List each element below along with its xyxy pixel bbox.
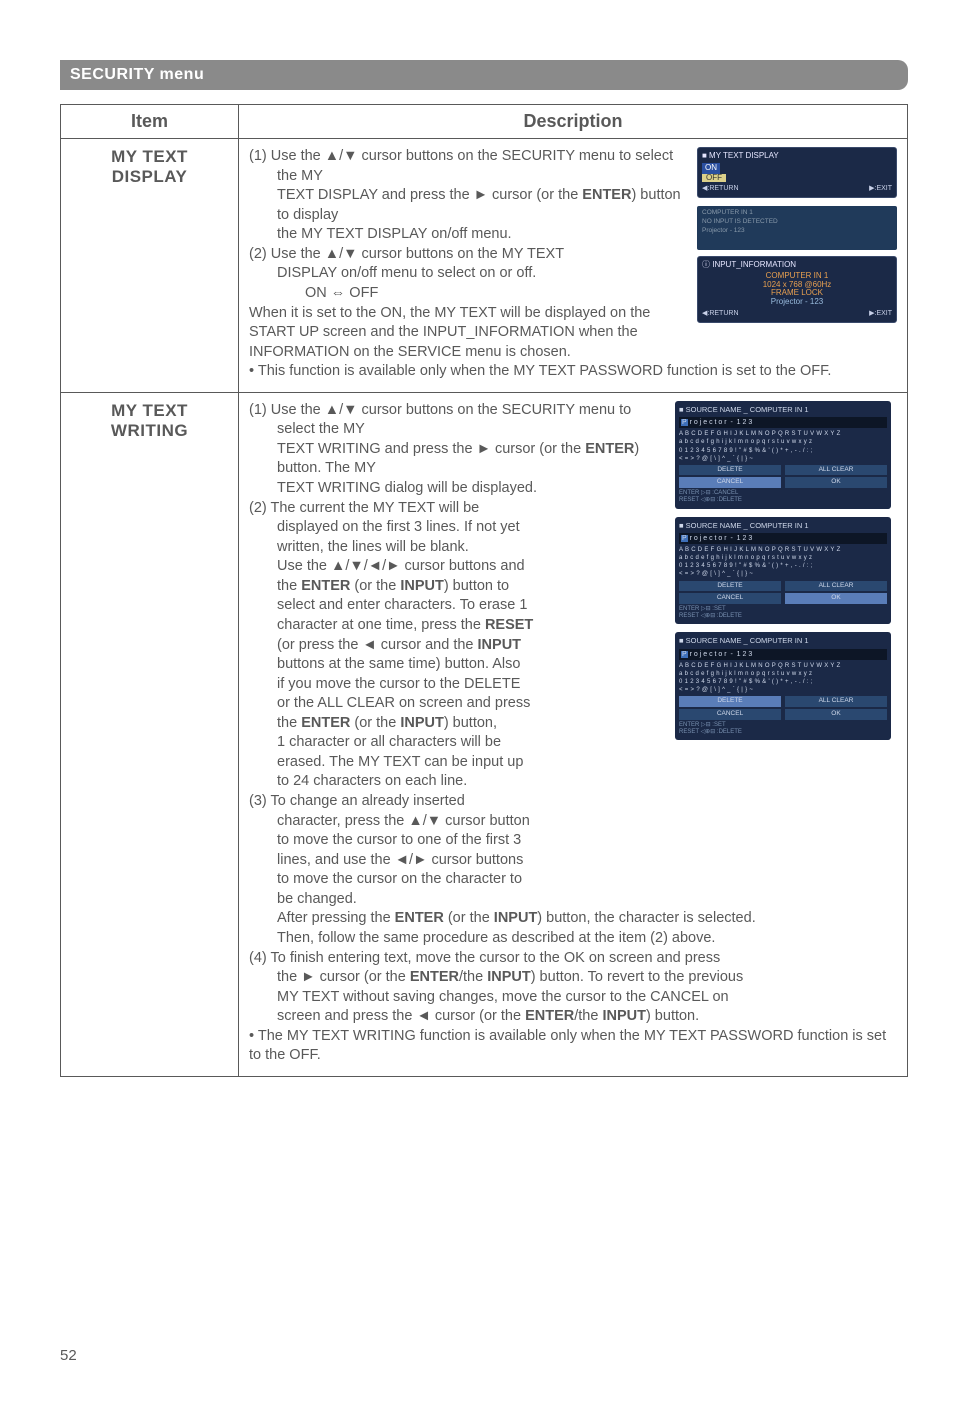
- desc-text: to move the cursor on the character to: [249, 870, 897, 890]
- kbd-footer: ENTER ▷⊟ :CANCELRESET ◁⊕⊟ :DELETE: [679, 490, 887, 504]
- kbd-ok: OK: [785, 709, 887, 720]
- desc-text: MY TEXT without saving changes, move the…: [249, 988, 897, 1008]
- desc-text: Then, follow the same procedure as descr…: [249, 929, 897, 949]
- desc-text: After pressing the ENTER (or the INPUT) …: [249, 909, 897, 929]
- kbd-allclear: ALL CLEAR: [785, 581, 887, 592]
- osd-exit: ▶:EXIT: [869, 185, 892, 193]
- kbd-row: A B C D E F G H I J K L M N O P Q R S T …: [679, 546, 887, 554]
- osd-title: ⓘ INPUT_INFORMATION: [702, 261, 892, 270]
- kbd-cancel: CANCEL: [679, 593, 781, 604]
- desc-text: to 24 characters on each line.: [249, 772, 897, 792]
- desc-note: • This function is available only when t…: [249, 362, 897, 382]
- desc-text: lines, and use the ◄/► cursor buttons: [249, 851, 897, 871]
- kbd-cancel: CANCEL: [679, 709, 781, 720]
- desc-cell-mytext-display: ■ MY TEXT DISPLAY ON OFF ◀:RETURN ▶:EXIT…: [239, 139, 908, 393]
- kbd-allclear: ALL CLEAR: [785, 465, 887, 476]
- osd-off: OFF: [702, 174, 726, 183]
- item-cell-mytext-display: MY TEXT DISPLAY: [61, 139, 239, 393]
- kbd-row: < = > ? @ [ \ ] ^ _ ` { | } ~: [679, 570, 887, 578]
- kbd-input-line: PP r o j e c t o r - 1 2 3 r o j e c t o…: [679, 417, 887, 428]
- osd-exit: ▶:EXIT: [869, 310, 892, 318]
- security-table: Item Description MY TEXT DISPLAY ■ MY TE…: [60, 104, 908, 1077]
- kbd-ok: OK: [785, 593, 887, 604]
- osd-title: ■ MY TEXT DISPLAY: [702, 152, 892, 161]
- kbd-footer: ENTER ▷⊟ :SETRESET ◁⊕⊟ :DELETE: [679, 722, 887, 736]
- osd-return: ◀:RETURN: [702, 185, 739, 193]
- kbd-delete: DELETE: [679, 465, 781, 476]
- kbd-input-line: P r o j e c t o r - 1 2 3: [679, 533, 887, 544]
- desc-text: the ► cursor (or the ENTER/the INPUT) bu…: [249, 968, 897, 988]
- menu-header: SECURITY menu: [60, 60, 908, 90]
- kbd-ok: OK: [785, 477, 887, 488]
- desc-cell-mytext-writing: ■ SOURCE NAME _ COMPUTER IN 1 PP r o j e…: [239, 392, 908, 1076]
- kbd-header: ■ SOURCE NAME _ COMPUTER IN 1: [679, 405, 809, 415]
- item-label: MY TEXT: [111, 147, 188, 166]
- osd-keyboard: ■ SOURCE NAME _ COMPUTER IN 1 P r o j e …: [675, 632, 891, 740]
- desc-text: (3) To change an already inserted: [249, 792, 897, 812]
- kbd-row: 0 1 2 3 4 5 6 7 8 9 ! " # $ % & ' ( ) * …: [679, 447, 887, 455]
- kbd-footer: ENTER ▷⊟ :SETRESET ◁⊕⊟ :DELETE: [679, 606, 887, 620]
- col-header-item: Item: [61, 105, 239, 139]
- osd-line: Projector - 123: [702, 227, 892, 236]
- desc-text: character, press the ▲/▼ cursor button: [249, 812, 897, 832]
- kbd-row: a b c d e f g h i j k l m n o p q r s t …: [679, 554, 887, 562]
- desc-text: screen and press the ◄ cursor (or the EN…: [249, 1007, 897, 1027]
- desc-text: be changed.: [249, 890, 897, 910]
- desc-text: erased. The MY TEXT can be input up: [249, 753, 897, 773]
- kbd-delete: DELETE: [679, 696, 781, 707]
- osd-input-info: ⓘ INPUT_INFORMATION COMPUTER IN 1 1024 x…: [697, 256, 897, 323]
- kbd-row: < = > ? @ [ \ ] ^ _ ` { | } ~: [679, 686, 887, 694]
- kbd-header: ■ SOURCE NAME _ COMPUTER IN 1: [679, 636, 809, 646]
- osd-return: ◀:RETURN: [702, 310, 739, 318]
- osd-stack: ■ MY TEXT DISPLAY ON OFF ◀:RETURN ▶:EXIT…: [697, 147, 897, 331]
- kbd-row: A B C D E F G H I J K L M N O P Q R S T …: [679, 430, 887, 438]
- kbd-cancel: CANCEL: [679, 477, 781, 488]
- osd-mytext-display: ■ MY TEXT DISPLAY ON OFF ◀:RETURN ▶:EXIT: [697, 147, 897, 198]
- osd-keyboard: ■ SOURCE NAME _ COMPUTER IN 1 P r o j e …: [675, 517, 891, 625]
- kbd-row: 0 1 2 3 4 5 6 7 8 9 ! " # $ % & ' ( ) * …: [679, 562, 887, 570]
- osd-line: COMPUTER IN 1: [702, 209, 892, 218]
- osd-line: Projector - 123: [702, 298, 892, 307]
- kbd-allclear: ALL CLEAR: [785, 696, 887, 707]
- kbd-row: A B C D E F G H I J K L M N O P Q R S T …: [679, 662, 887, 670]
- kbd-row: a b c d e f g h i j k l m n o p q r s t …: [679, 438, 887, 446]
- table-row: MY TEXT DISPLAY ■ MY TEXT DISPLAY ON OFF…: [61, 139, 908, 393]
- kbd-row: a b c d e f g h i j k l m n o p q r s t …: [679, 670, 887, 678]
- kbd-delete: DELETE: [679, 581, 781, 592]
- col-header-desc: Description: [239, 105, 908, 139]
- kbd-header: ■ SOURCE NAME _ COMPUTER IN 1: [679, 521, 809, 531]
- desc-text: to move the cursor to one of the first 3: [249, 831, 897, 851]
- osd-keyboard: ■ SOURCE NAME _ COMPUTER IN 1 PP r o j e…: [675, 401, 891, 509]
- osd-on: ON: [702, 163, 720, 174]
- desc-note: • The MY TEXT WRITING function is availa…: [249, 1027, 897, 1066]
- item-cell-mytext-writing: MY TEXT WRITING: [61, 392, 239, 1076]
- kbd-row: < = > ? @ [ \ ] ^ _ ` { | } ~: [679, 455, 887, 463]
- desc-text: (4) To finish entering text, move the cu…: [249, 949, 897, 969]
- osd-kbd-stack: ■ SOURCE NAME _ COMPUTER IN 1 PP r o j e…: [675, 401, 897, 749]
- table-row: MY TEXT WRITING ■ SOURCE NAME _ COMPUTER…: [61, 392, 908, 1076]
- item-label: MY TEXT: [111, 401, 188, 420]
- item-label: DISPLAY: [112, 167, 188, 186]
- osd-line: NO INPUT IS DETECTED: [702, 218, 892, 227]
- item-label: WRITING: [111, 421, 188, 440]
- osd-startup: COMPUTER IN 1 NO INPUT IS DETECTED Proje…: [697, 206, 897, 250]
- kbd-row: 0 1 2 3 4 5 6 7 8 9 ! " # $ % & ' ( ) * …: [679, 678, 887, 686]
- kbd-input-line: P r o j e c t o r - 1 2 3: [679, 649, 887, 660]
